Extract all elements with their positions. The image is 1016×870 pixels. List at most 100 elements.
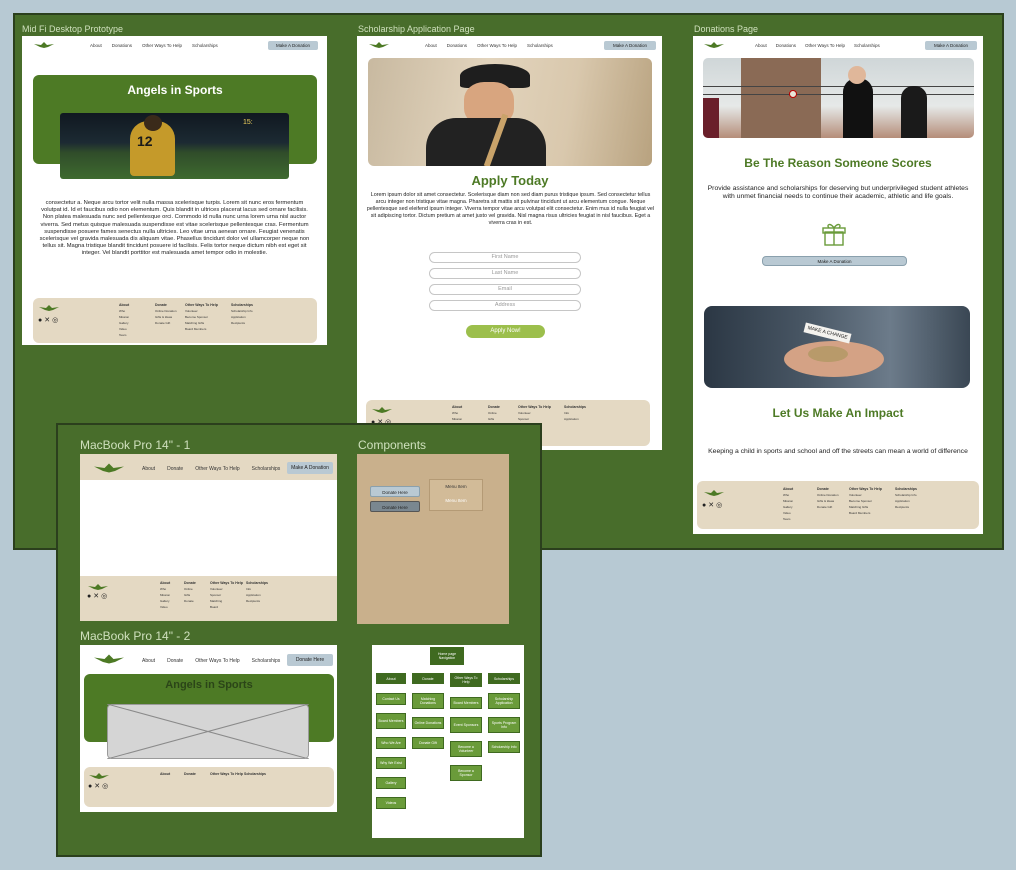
sitemap-about: About bbox=[376, 673, 406, 684]
nav-other[interactable]: Other Ways To Help bbox=[477, 43, 517, 48]
frame-label-mac2: MacBook Pro 14" - 2 bbox=[80, 629, 191, 643]
nav-cta-button[interactable]: Make A Donation bbox=[604, 41, 656, 50]
address-input[interactable]: Address bbox=[429, 300, 581, 311]
instagram-icon[interactable]: ◎ bbox=[102, 783, 110, 790]
nav-other[interactable]: Other Ways To Help bbox=[805, 43, 845, 48]
footer-col-about: About Who Mission bbox=[452, 405, 463, 421]
image-placeholder bbox=[107, 704, 309, 759]
last-name-input[interactable]: Last Name bbox=[429, 268, 581, 279]
make-donation-button[interactable]: Make A Donation bbox=[762, 256, 907, 266]
nav-about[interactable]: About bbox=[142, 658, 155, 664]
component-menu-item-2[interactable]: Menu Item bbox=[429, 498, 483, 503]
nav-scholarships[interactable]: Scholarships bbox=[854, 43, 880, 48]
nav-about[interactable]: About bbox=[425, 43, 437, 48]
shield-logo-icon bbox=[39, 305, 59, 311]
footer-col-other: Other Ways To Help Volunteer Become Sponso… bbox=[185, 303, 218, 331]
sitemap-scholarships: Scholarships bbox=[488, 673, 520, 684]
frame-label-components: Components bbox=[358, 438, 427, 452]
sitemap-online: Online Donations bbox=[412, 717, 444, 729]
component-donate-button-hover[interactable]: Donate Here bbox=[370, 501, 420, 512]
sitemap-board: Board Members bbox=[376, 713, 406, 729]
email-input[interactable]: Email bbox=[429, 284, 581, 295]
sitemap-root: Home page Navigation bbox=[430, 647, 464, 665]
nav-donate[interactable]: Donate bbox=[167, 466, 183, 472]
sitemap-scholar-app: Scholarship Application bbox=[488, 693, 520, 709]
component-donate-button-default[interactable]: Donate Here bbox=[370, 486, 420, 497]
footer-col-scholar: Scholarships Info Application Recipients bbox=[246, 581, 268, 603]
x-icon[interactable]: ✕ bbox=[93, 593, 101, 600]
shield-logo-icon bbox=[704, 42, 724, 48]
donations-title-2: Let Us Make An Impact bbox=[772, 406, 904, 420]
nav-cta-button[interactable]: Make A Donation bbox=[925, 41, 977, 50]
nav-other[interactable]: Other Ways To Help bbox=[142, 43, 182, 48]
footer-col-about: About Who Mission Gallery Video bbox=[160, 581, 171, 609]
component-menu-item-1[interactable]: Menu Item bbox=[429, 484, 483, 489]
sitemap-sponsor: Become a Sponsor bbox=[450, 765, 482, 781]
footer-col-about: About Who Mission Gallery Video Team bbox=[783, 487, 794, 521]
mac1-cta-button[interactable]: Make A Donation bbox=[287, 462, 333, 474]
scholarship-frame: About Donations Other Ways To Help Schol… bbox=[357, 36, 662, 450]
frame-label-midfi: Mid Fi Desktop Prototype bbox=[22, 24, 124, 34]
shield-logo-icon bbox=[372, 407, 392, 413]
nav-donations[interactable]: Donations bbox=[447, 43, 467, 48]
nav-scholarships[interactable]: Scholarships bbox=[527, 43, 553, 48]
nav-donate[interactable]: Donate bbox=[167, 658, 183, 664]
sitemap-contact: Contact Us bbox=[376, 693, 406, 705]
scholar-nav: About Donations Other Ways To Help Schol… bbox=[357, 36, 662, 56]
mac2-cta-button[interactable]: Donate Here bbox=[287, 654, 333, 666]
footer-col-donate: Donate Online Donation Gifts & Ideas Donate… bbox=[155, 303, 177, 325]
donations-nav: About Donations Other Ways To Help Schol… bbox=[693, 36, 983, 56]
footer-col-scholar: Scholarships bbox=[244, 772, 266, 776]
apply-now-button[interactable]: Apply Now! bbox=[466, 325, 545, 338]
macbook-1-frame: About Donate Other Ways To Help Scholars… bbox=[80, 454, 337, 621]
midfi-nav: About Donations Other Ways To Help Schol… bbox=[22, 36, 327, 56]
midfi-footer: ●✕◎ About Who Mission Gallery Video Team Dona… bbox=[33, 298, 317, 343]
footer-col-other: Other Ways To Help bbox=[210, 772, 243, 776]
social-icons: ●✕◎ bbox=[88, 782, 110, 790]
nav-scholarships[interactable]: Scholarships bbox=[252, 658, 281, 664]
sitemap-gallery: Gallery bbox=[376, 777, 406, 789]
shield-logo-icon bbox=[94, 654, 124, 664]
footer-col-other: Other Ways To Help Volunteer Sponsor Matchi… bbox=[210, 581, 243, 609]
shield-logo-icon bbox=[704, 490, 724, 496]
nav-scholarships[interactable]: Scholarships bbox=[252, 466, 281, 472]
sitemap-frame: Home page Navigation About Donate Other … bbox=[372, 645, 524, 838]
instagram-icon[interactable]: ◎ bbox=[716, 502, 724, 509]
footer-col-scholar: Scholarships Info Application bbox=[564, 405, 586, 421]
instagram-icon[interactable]: ◎ bbox=[52, 317, 60, 324]
x-icon[interactable]: ✕ bbox=[94, 783, 102, 790]
footer-col-other: Other Ways To Help Volunteer Become Sponso… bbox=[849, 487, 882, 515]
football-photo: 12 15: bbox=[60, 113, 289, 179]
footer-col-about: About bbox=[160, 772, 171, 776]
sitemap-event: Event Sponsors bbox=[450, 717, 482, 733]
nav-donations[interactable]: Donations bbox=[776, 43, 796, 48]
nav-about[interactable]: About bbox=[90, 43, 102, 48]
footer-col-donate: Donate Online Gifts Donate bbox=[184, 581, 196, 603]
shield-logo-icon bbox=[94, 463, 124, 473]
shield-logo-icon bbox=[34, 42, 54, 48]
sitemap-volunteer: Become a Volunteer bbox=[450, 741, 482, 757]
footer-col-donate: Donate bbox=[184, 772, 196, 776]
instagram-icon[interactable]: ◎ bbox=[101, 593, 109, 600]
nav-about[interactable]: About bbox=[755, 43, 767, 48]
nav-other[interactable]: Other Ways To Help bbox=[195, 466, 239, 472]
first-name-input[interactable]: First Name bbox=[429, 252, 581, 263]
volleyball-photo bbox=[703, 58, 974, 138]
footer-col-donate: Donate Online Donation Gifts & Ideas Donate… bbox=[817, 487, 839, 509]
sitemap-why: Why We Exist bbox=[376, 757, 406, 769]
shield-logo-icon bbox=[369, 42, 389, 48]
social-icons: ●✕◎ bbox=[38, 316, 60, 324]
frame-label-mac1: MacBook Pro 14" - 1 bbox=[80, 438, 191, 452]
footer-col-about: About Who Mission Gallery Video Team bbox=[119, 303, 130, 337]
x-icon[interactable]: ✕ bbox=[44, 317, 52, 324]
nav-cta-button[interactable]: Make A Donation bbox=[268, 41, 318, 50]
sitemap-stories: Scholarship Info bbox=[488, 741, 520, 753]
footer-col-other: Other Ways To Help Volunteer Sponsor bbox=[518, 405, 551, 421]
nav-about[interactable]: About bbox=[142, 466, 155, 472]
midfi-hero-title: Angels in Sports bbox=[127, 83, 223, 97]
nav-scholarships[interactable]: Scholarships bbox=[192, 43, 218, 48]
x-icon[interactable]: ✕ bbox=[708, 502, 716, 509]
nav-donations[interactable]: Donations bbox=[112, 43, 132, 48]
hands-coins-photo: MAKE A CHANGE bbox=[704, 306, 970, 388]
nav-other[interactable]: Other Ways To Help bbox=[195, 658, 239, 664]
